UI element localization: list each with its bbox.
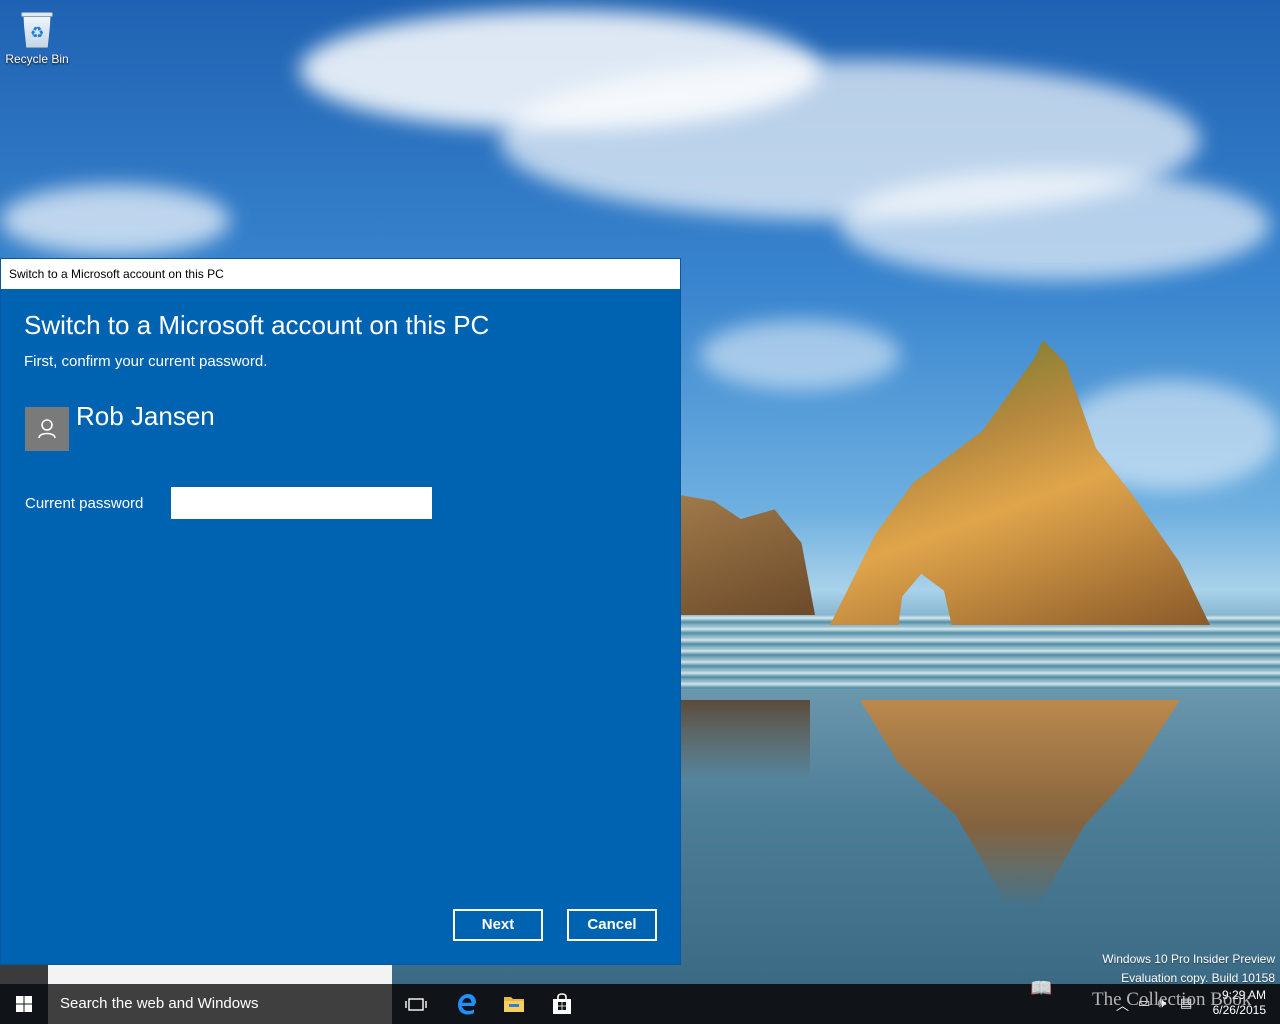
edge-button[interactable] [442,984,490,1024]
desktop-icon-label: Recycle Bin [5,52,69,66]
cliff-left [680,495,815,615]
task-view-icon [405,998,427,1011]
edge-icon [458,994,476,1015]
taskbar: Search the web and Windows ︿ ▭ 🕪 ▤ 9:29 … [0,984,1280,1024]
cancel-button[interactable]: Cancel [567,909,657,941]
build-watermark: Windows 10 Pro Insider Preview Evaluatio… [1102,950,1275,988]
user-name: Rob Jansen [76,401,215,431]
watermark-edition: Windows 10 Pro Insider Preview [1102,952,1275,966]
user-avatar-icon [25,407,69,451]
flyout-strip [48,965,392,984]
cloud [0,185,230,255]
store-button[interactable] [538,984,586,1024]
file-explorer-icon [504,997,524,1012]
store-icon [553,993,571,1014]
switch-account-dialog: Switch to a Microsoft account on this PC… [0,258,681,965]
cloud [700,320,900,390]
overlay-brand-text: The Collection Book [1092,989,1252,1010]
recycle-bin-icon: ♻ [20,10,54,50]
windows-start-icon [16,996,32,1012]
task-view-button[interactable] [392,984,440,1024]
file-explorer-button[interactable] [490,984,538,1024]
dialog-heading: Switch to a Microsoft account on this PC [24,310,490,340]
next-button[interactable]: Next [453,909,543,941]
taskbar-search-box[interactable]: Search the web and Windows [48,984,392,1024]
current-password-label: Current password [25,495,144,512]
flyout-strip-dark [0,965,48,984]
current-password-input[interactable] [171,487,432,519]
start-button[interactable] [0,984,48,1024]
desktop-icon-recycle-bin[interactable]: ♻ Recycle Bin [4,6,70,66]
rock-reflection-left [680,700,810,780]
cloud [840,170,1270,280]
dialog-titlebar[interactable]: Switch to a Microsoft account on this PC [1,259,680,289]
book-logo-icon: 📖 [1030,978,1053,998]
dialog-subtitle: First, confirm your current password. [24,353,268,370]
